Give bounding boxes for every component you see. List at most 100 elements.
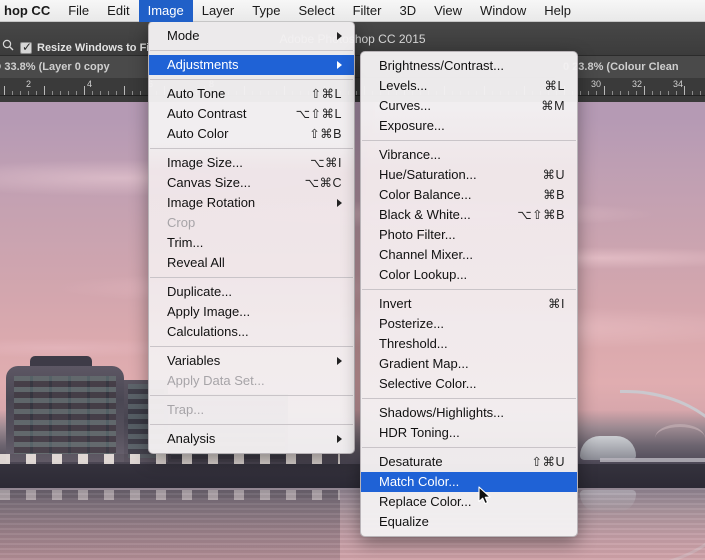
menu-item-selective-color[interactable]: Selective Color... bbox=[361, 374, 577, 394]
menu-item-shadows-highlights[interactable]: Shadows/Highlights... bbox=[361, 403, 577, 423]
submenu-arrow-icon bbox=[337, 32, 342, 40]
menu-item-label: Auto Contrast bbox=[167, 106, 247, 121]
menu-item-apply-image[interactable]: Apply Image... bbox=[149, 302, 354, 322]
menubar-item-3d[interactable]: 3D bbox=[390, 0, 425, 22]
menu-item-levels[interactable]: Levels... ⌘L bbox=[361, 76, 577, 96]
menu-item-channel-mixer[interactable]: Channel Mixer... bbox=[361, 245, 577, 265]
menu-item-shortcut: ⇧⌘L bbox=[310, 87, 342, 101]
menu-item-black-white[interactable]: Black & White... ⌥⇧⌘B bbox=[361, 205, 577, 225]
menubar-item-type[interactable]: Type bbox=[243, 0, 289, 22]
menubar-item-window[interactable]: Window bbox=[471, 0, 535, 22]
menu-item-label: Replace Color... bbox=[379, 494, 472, 509]
menu-item-label: Desaturate bbox=[379, 454, 443, 469]
menu-item-analysis[interactable]: Analysis bbox=[149, 429, 354, 449]
ruler-tick bbox=[636, 91, 637, 95]
menu-item-invert[interactable]: Invert ⌘I bbox=[361, 294, 577, 314]
ruler-tick bbox=[644, 86, 645, 95]
menu-item-color-lookup[interactable]: Color Lookup... bbox=[361, 265, 577, 285]
menu-item-label: Apply Image... bbox=[167, 304, 251, 319]
menu-item-label: Trim... bbox=[167, 235, 204, 250]
menu-item-label: Calculations... bbox=[167, 324, 249, 339]
ruler-tick bbox=[108, 91, 109, 95]
menubar-item-hop-cc[interactable]: hop CC bbox=[0, 0, 59, 22]
menu-item-label: Color Lookup... bbox=[379, 267, 468, 282]
menu-separator bbox=[150, 346, 353, 347]
ruler-tick bbox=[668, 91, 669, 95]
ruler-tick bbox=[28, 91, 29, 95]
ruler-tick bbox=[596, 91, 597, 95]
menu-item-auto-contrast[interactable]: Auto Contrast ⌥⇧⌘L bbox=[149, 104, 354, 124]
menu-item-label: Apply Data Set... bbox=[167, 373, 265, 388]
menu-item-label: Color Balance... bbox=[379, 187, 472, 202]
ruler-tick bbox=[140, 91, 141, 95]
menu-item-trim[interactable]: Trim... bbox=[149, 233, 354, 253]
adjustments-submenu[interactable]: Brightness/Contrast... Levels... ⌘L Curves.… bbox=[360, 51, 578, 537]
menu-item-label: Image Size... bbox=[167, 155, 243, 170]
menu-item-trap: Trap... bbox=[149, 400, 354, 420]
menu-item-brightness-contrast[interactable]: Brightness/Contrast... bbox=[361, 56, 577, 76]
image-menu[interactable]: Mode Adjustments Auto Tone ⇧⌘L Auto Contrast… bbox=[148, 21, 355, 454]
menubar-item-select[interactable]: Select bbox=[289, 0, 343, 22]
menu-item-label: Gradient Map... bbox=[379, 356, 469, 371]
menu-item-hdr-toning[interactable]: HDR Toning... bbox=[361, 423, 577, 443]
photoshop-window: Resize Windows to Fi Adobe Photoshop CC … bbox=[0, 0, 705, 560]
menubar-item-help[interactable]: Help bbox=[535, 0, 580, 22]
menu-item-auto-color[interactable]: Auto Color ⇧⌘B bbox=[149, 124, 354, 144]
menubar-item-edit[interactable]: Edit bbox=[98, 0, 138, 22]
menubar-item-view[interactable]: View bbox=[425, 0, 471, 22]
menu-separator bbox=[150, 148, 353, 149]
ruler-tick bbox=[52, 91, 53, 95]
menu-item-shortcut: ⇧⌘B bbox=[309, 127, 342, 141]
menu-item-exposure[interactable]: Exposure... bbox=[361, 116, 577, 136]
menu-item-reveal-all[interactable]: Reveal All bbox=[149, 253, 354, 273]
menu-item-label: Exposure... bbox=[379, 118, 445, 133]
menu-item-duplicate[interactable]: Duplicate... bbox=[149, 282, 354, 302]
menu-item-calculations[interactable]: Calculations... bbox=[149, 322, 354, 342]
menu-item-shortcut: ⌘U bbox=[542, 168, 565, 182]
menu-item-shortcut: ⌘M bbox=[541, 99, 565, 113]
menu-item-image-rotation[interactable]: Image Rotation bbox=[149, 193, 354, 213]
menu-item-variables[interactable]: Variables bbox=[149, 351, 354, 371]
menu-item-label: Shadows/Highlights... bbox=[379, 405, 505, 420]
menu-item-threshold[interactable]: Threshold... bbox=[361, 334, 577, 354]
menu-item-label: Black & White... bbox=[379, 207, 471, 222]
ruler-label: 34 bbox=[673, 79, 684, 89]
submenu-arrow-icon bbox=[337, 61, 342, 69]
menu-item-adjustments[interactable]: Adjustments bbox=[149, 55, 354, 75]
ruler-tick bbox=[36, 91, 37, 95]
menu-item-gradient-map[interactable]: Gradient Map... bbox=[361, 354, 577, 374]
menu-item-hue-saturation[interactable]: Hue/Saturation... ⌘U bbox=[361, 165, 577, 185]
menu-item-auto-tone[interactable]: Auto Tone ⇧⌘L bbox=[149, 84, 354, 104]
menu-item-posterize[interactable]: Posterize... bbox=[361, 314, 577, 334]
menu-separator bbox=[150, 277, 353, 278]
menu-item-equalize[interactable]: Equalize bbox=[361, 512, 577, 532]
menu-item-match-color[interactable]: Match Color... bbox=[361, 472, 577, 492]
menu-item-color-balance[interactable]: Color Balance... ⌘B bbox=[361, 185, 577, 205]
submenu-arrow-icon bbox=[337, 357, 342, 365]
menubar-item-image[interactable]: Image bbox=[138, 0, 193, 22]
menu-item-desaturate[interactable]: Desaturate ⇧⌘U bbox=[361, 452, 577, 472]
menu-item-label: Threshold... bbox=[379, 336, 448, 351]
menu-item-label: Reveal All bbox=[167, 255, 225, 270]
menu-item-apply-data-set: Apply Data Set... bbox=[149, 371, 354, 391]
menu-item-curves[interactable]: Curves... ⌘M bbox=[361, 96, 577, 116]
submenu-arrow-icon bbox=[337, 199, 342, 207]
menu-bar[interactable]: hop CC File Edit Image Layer Type Select Filter… bbox=[0, 0, 705, 22]
ruler-label: 30 bbox=[591, 79, 602, 89]
menu-item-label: Analysis bbox=[167, 431, 216, 446]
water-ripples bbox=[0, 488, 705, 560]
ruler-tick bbox=[44, 86, 45, 95]
ruler-tick bbox=[620, 91, 621, 95]
menu-item-image-size[interactable]: Image Size... ⌥⌘I bbox=[149, 153, 354, 173]
ruler-tick bbox=[628, 91, 629, 95]
document-tab-1[interactable]: psd @ 33.8% (Layer 0 copy bbox=[0, 56, 150, 78]
menu-item-vibrance[interactable]: Vibrance... bbox=[361, 145, 577, 165]
menu-item-mode[interactable]: Mode bbox=[149, 26, 354, 46]
menubar-item-layer[interactable]: Layer bbox=[193, 0, 244, 22]
menu-item-replace-color[interactable]: Replace Color... bbox=[361, 492, 577, 512]
ruler-tick bbox=[132, 91, 133, 95]
menubar-item-filter[interactable]: Filter bbox=[344, 0, 391, 22]
menu-item-photo-filter[interactable]: Photo Filter... bbox=[361, 225, 577, 245]
menu-item-canvas-size[interactable]: Canvas Size... ⌥⌘C bbox=[149, 173, 354, 193]
menubar-item-file[interactable]: File bbox=[59, 0, 98, 22]
